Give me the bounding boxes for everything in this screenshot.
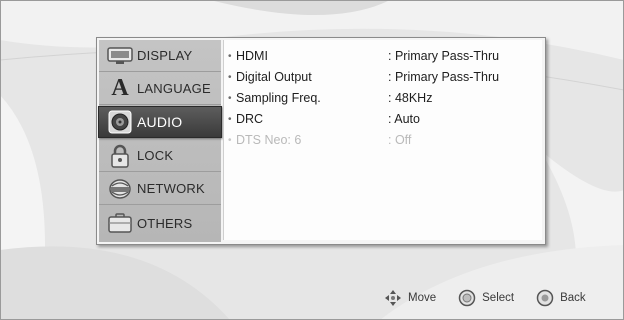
sidebar: DISPLAY A LANGUAGE AUDIO LOCK NETWORK OT… [98, 40, 222, 242]
sidebar-item-label: LANGUAGE [137, 81, 211, 96]
sidebar-item-label: AUDIO [137, 114, 183, 130]
setup-menu: DISPLAY A LANGUAGE AUDIO LOCK NETWORK OT… [96, 37, 546, 245]
sidebar-item-lock[interactable]: LOCK [99, 140, 221, 172]
bullet: • [228, 71, 232, 83]
setting-value: : Primary Pass-Thru [388, 70, 500, 84]
language-icon: A [111, 75, 129, 101]
button-hints: Move Select Back [384, 288, 586, 308]
hint-select: Select [458, 289, 514, 307]
return-button-icon [536, 289, 554, 307]
bullet: • [228, 113, 232, 125]
setting-value: : 48KHz [388, 91, 433, 105]
sidebar-item-others[interactable]: OTHERS [99, 207, 221, 239]
setting-value: : Primary Pass-Thru [388, 49, 500, 63]
hint-label: Back [560, 292, 586, 304]
sidebar-item-label: LOCK [137, 148, 174, 163]
setting-name: Sampling Freq. [236, 91, 321, 105]
sidebar-item-audio[interactable]: AUDIO [98, 106, 222, 138]
setting-value: : Off [388, 133, 412, 147]
hint-label: Move [408, 292, 437, 304]
setting-name: Digital Output [236, 70, 312, 84]
display-icon [103, 40, 137, 72]
setting-name: HDMI [236, 49, 268, 63]
bullet: • [228, 92, 232, 104]
lock-icon [103, 140, 137, 172]
sidebar-item-language[interactable]: A LANGUAGE [99, 73, 221, 105]
setting-row-hdmi[interactable]: • HDMI : Primary Pass-Thru [228, 46, 538, 66]
sidebar-item-label: DISPLAY [137, 48, 193, 63]
sidebar-item-label: NETWORK [137, 181, 205, 196]
hint-label: Select [482, 292, 515, 304]
bullet: • [228, 134, 232, 146]
setting-row-dts-neo6: • DTS Neo: 6 : Off [228, 130, 538, 150]
hint-move: Move [384, 289, 436, 307]
hint-back: Back [536, 289, 586, 307]
network-icon [103, 173, 137, 205]
setting-row-digital-output[interactable]: • Digital Output : Primary Pass-Thru [228, 67, 538, 87]
sidebar-item-network[interactable]: NETWORK [99, 173, 221, 205]
others-icon [103, 207, 137, 239]
setting-value: : Auto [388, 112, 420, 126]
sidebar-item-display[interactable]: DISPLAY [99, 40, 221, 72]
setting-row-sampling-freq[interactable]: • Sampling Freq. : 48KHz [228, 88, 538, 108]
settings-panel: • HDMI : Primary Pass-Thru • Digital Out… [223, 40, 542, 240]
audio-icon [103, 106, 137, 138]
setting-name: DRC [236, 112, 264, 126]
bullet: • [228, 50, 232, 62]
setting-row-drc[interactable]: • DRC : Auto [228, 109, 538, 129]
enter-button-icon [458, 289, 476, 307]
arrows-icon [384, 289, 402, 307]
setting-name: DTS Neo: 6 [236, 133, 302, 147]
sidebar-item-label: OTHERS [137, 215, 193, 231]
